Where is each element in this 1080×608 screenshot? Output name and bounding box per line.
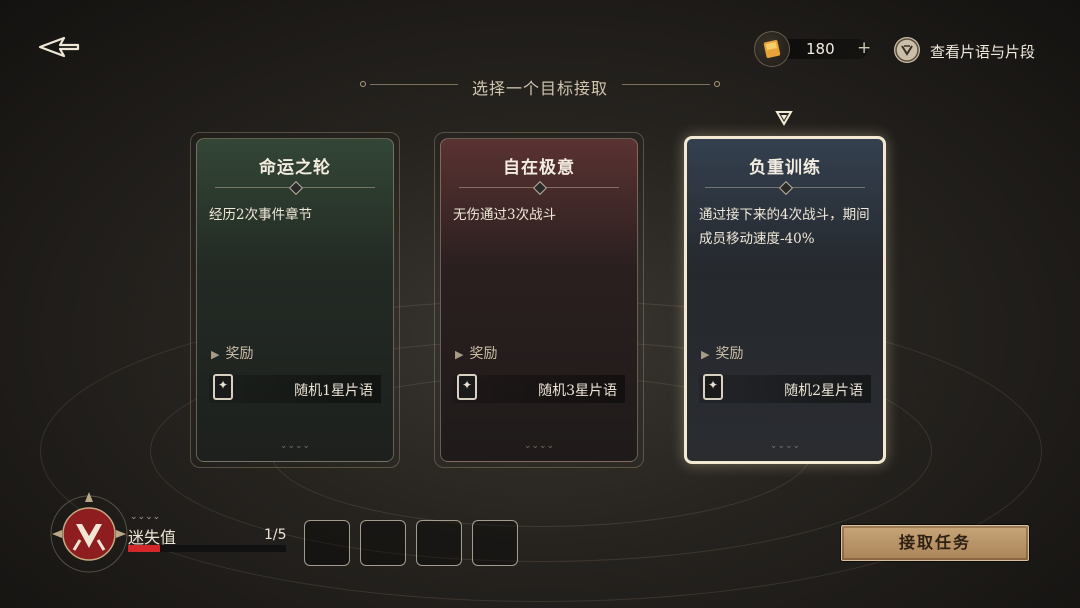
currency-display: 180 + (754, 31, 874, 67)
phrase-book-icon (894, 37, 920, 63)
mission-card-1[interactable]: 命运之轮 经历2次事件章节 ▶ 奖励 ✦ 随机1星片语 ⌄⌄⌄⌄ (196, 138, 394, 462)
view-phrases-label: 查看片语与片段 (930, 43, 1036, 61)
item-slot-2[interactable] (360, 520, 406, 566)
card-reward-icon: ✦ (457, 374, 477, 400)
card-description: 经历2次事件章节 (209, 207, 313, 223)
card-reward-icon: ✦ (213, 374, 233, 400)
card-reward-icon: ✦ (703, 374, 723, 400)
mission-card-3[interactable]: 负重训练 通过接下来的4次战斗，期间成员移动速度-40% ▶ 奖励 ✦ 随机2星片… (684, 136, 886, 464)
loss-count: 1/5 (264, 527, 287, 543)
crimson-emblem-icon (44, 488, 134, 578)
mission-card-wrap-1: 命运之轮 经历2次事件章节 ▶ 奖励 ✦ 随机1星片语 ⌄⌄⌄⌄ (190, 132, 400, 468)
card-title: 命运之轮 (259, 158, 331, 178)
reward-item-text: 随机1星片语 (294, 383, 373, 399)
item-slot-4[interactable] (472, 520, 518, 566)
title-right-line (622, 84, 710, 85)
reward-heading: ▶ 奖励 (701, 343, 743, 363)
page-title: 选择一个目标接取 (360, 73, 720, 98)
card-title: 自在极意 (503, 158, 575, 178)
reward-item: ✦ 随机2星片语 (699, 374, 871, 403)
back-button[interactable] (34, 32, 84, 62)
reward-heading-text: 奖励 (715, 346, 744, 362)
reward-item: ✦ 随机3星片语 (453, 374, 625, 403)
card-title: 负重训练 (749, 158, 821, 178)
card-divider-ornament (288, 180, 304, 196)
reward-heading: ▶ 奖励 (455, 343, 497, 363)
selected-marker-icon (775, 110, 793, 126)
accept-mission-button[interactable]: 接取任务 (841, 525, 1029, 561)
currency-coin-icon (754, 31, 790, 67)
back-arrow-icon (38, 36, 80, 58)
card-description: 通过接下来的4次战斗，期间成员移动速度-40% (699, 207, 870, 247)
page-title-text: 选择一个目标接取 (471, 79, 608, 98)
card-description: 无伤通过3次战斗 (453, 207, 557, 223)
currency-add-button[interactable]: + (857, 38, 871, 58)
loss-ornament: ⌄⌄⌄⌄ (130, 512, 161, 522)
reward-heading-text: 奖励 (469, 346, 498, 362)
mission-card-2[interactable]: 自在极意 无伤通过3次战斗 ▶ 奖励 ✦ 随机3星片语 ⌄⌄⌄⌄ (440, 138, 638, 462)
card-footer-ornament: ⌄⌄⌄⌄ (769, 441, 801, 451)
reward-arrow-icon: ▶ (211, 348, 220, 361)
reward-item-text: 随机3星片语 (538, 383, 617, 399)
currency-amount: 180 (806, 40, 835, 58)
reward-item: ✦ 随机1星片语 (209, 374, 381, 403)
reward-heading-text: 奖励 (225, 346, 254, 362)
reward-arrow-icon: ▶ (455, 348, 464, 361)
loss-progress-fill (128, 545, 160, 552)
item-slot-3[interactable] (416, 520, 462, 566)
card-divider-ornament (778, 180, 794, 196)
card-footer-ornament: ⌄⌄⌄⌄ (523, 441, 555, 451)
reward-item-text: 随机2星片语 (784, 383, 863, 399)
accept-mission-label: 接取任务 (898, 533, 971, 552)
title-right-dot (714, 81, 720, 87)
card-footer-ornament: ⌄⌄⌄⌄ (279, 441, 311, 451)
mission-card-wrap-2: 自在极意 无伤通过3次战斗 ▶ 奖励 ✦ 随机3星片语 ⌄⌄⌄⌄ (434, 132, 644, 468)
reward-heading: ▶ 奖励 (211, 343, 253, 363)
card-divider-ornament (532, 180, 548, 196)
loss-progress-bar (128, 545, 286, 552)
item-slot-1[interactable] (304, 520, 350, 566)
reward-arrow-icon: ▶ (701, 348, 710, 361)
mission-card-wrap-3: 负重训练 通过接下来的4次战斗，期间成员移动速度-40% ▶ 奖励 ✦ 随机2星片… (684, 136, 886, 464)
